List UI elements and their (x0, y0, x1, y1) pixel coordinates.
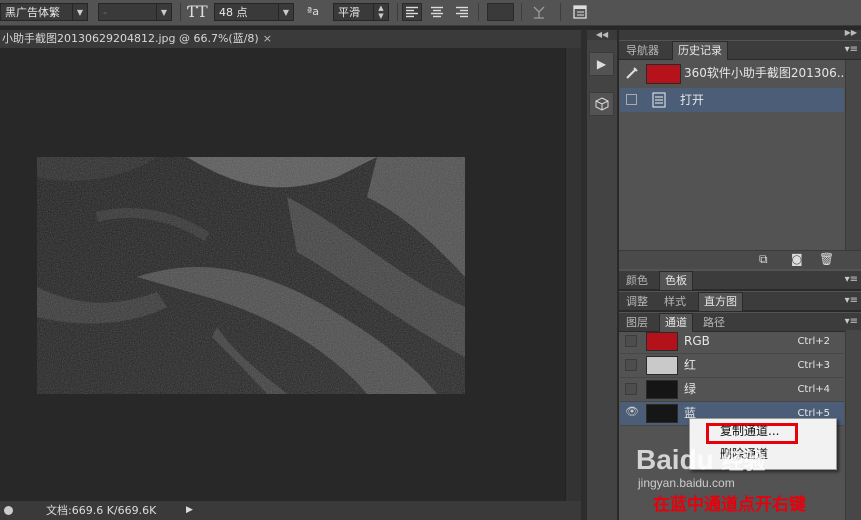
channel-name: RGB (684, 334, 710, 348)
visibility-toggle[interactable] (625, 359, 637, 371)
dock-header: ▶▶ (619, 28, 861, 40)
actions-play-icon[interactable]: ▶ (589, 52, 614, 76)
font-family-value: 黑广告体繁 (5, 6, 60, 19)
panel-menu-icon[interactable]: ▾≡ (845, 313, 858, 331)
channel-thumbnail (646, 380, 678, 399)
text-color-swatch[interactable] (487, 3, 514, 21)
tab-styles[interactable]: 样式 (659, 293, 691, 310)
align-left-icon[interactable] (402, 3, 422, 21)
divider (180, 3, 181, 21)
watermark-url: jingyan.baidu.com (638, 476, 735, 490)
status-menu-arrow-icon[interactable]: ▶ (186, 501, 193, 520)
trash-icon[interactable]: 🗑 (819, 252, 834, 266)
align-center-icon[interactable] (427, 3, 447, 21)
panel-menu-icon[interactable]: ▾≡ (845, 292, 858, 310)
tab-navigator[interactable]: 导航器 (621, 42, 664, 59)
color-panel-tabs: 颜色 色板 ▾≡ (619, 271, 861, 290)
channel-thumbnail (646, 356, 678, 375)
character-panel-icon[interactable] (569, 3, 591, 21)
panel-menu-icon[interactable]: ▾≡ (845, 41, 858, 59)
panel-icon-strip: ◀◀ ▶ (587, 30, 618, 520)
divider (478, 3, 479, 21)
channel-shortcut: Ctrl+3 (797, 360, 830, 371)
menu-item-duplicate-channel[interactable]: 复制通道... (720, 422, 779, 439)
panel-menu-icon[interactable]: ▾≡ (845, 271, 858, 289)
fabric-photo (37, 157, 465, 394)
adjust-panel-tabs: 调整 样式 直方图 ▾≡ (619, 292, 861, 311)
divider (619, 290, 861, 291)
history-footer: ⧉ ◙ 🗑 (619, 250, 861, 269)
font-size-select[interactable]: 48 点 ▼ (214, 3, 294, 21)
document-icon (652, 92, 666, 108)
font-style-value: - (103, 6, 107, 19)
document-info: 文档:669.6 K/669.6K (46, 504, 157, 517)
divider (521, 3, 522, 21)
visibility-toggle[interactable] (625, 335, 637, 347)
font-size-value: 48 点 (219, 6, 248, 19)
antialias-icon: ªa (307, 5, 319, 18)
history-panel-tabs: 导航器 历史记录 ▾≡ (619, 41, 861, 60)
vertical-scrollbar[interactable] (565, 48, 582, 501)
collapse-icon[interactable]: ◀◀ (587, 30, 617, 40)
channel-name: 红 (684, 358, 697, 372)
channel-shortcut: Ctrl+4 (797, 384, 830, 395)
divider (560, 3, 561, 21)
tab-history[interactable]: 历史记录 (672, 41, 728, 60)
history-step-open[interactable]: 打开 (620, 88, 844, 112)
watermark: Baidu 经验 (636, 444, 766, 476)
channel-thumbnail (646, 404, 678, 423)
status-bar: 文档:669.6 K/669.6K ▶ (0, 501, 581, 520)
document-image (37, 157, 465, 394)
warp-text-icon[interactable] (528, 3, 550, 21)
zoom-indicator-icon (4, 506, 13, 515)
channel-name: 绿 (684, 382, 697, 396)
tab-swatches[interactable]: 色板 (659, 271, 693, 290)
font-style-select[interactable]: - ▼ (98, 3, 172, 21)
snapshot-name: 360软件小助手截图201306... (684, 66, 849, 80)
chevron-down-icon: ▼ (156, 4, 171, 20)
antialias-select[interactable]: 平滑 ▲ ▼ (333, 3, 389, 21)
channel-thumbnail (646, 332, 678, 351)
history-step-label: 打开 (680, 93, 705, 107)
divider (619, 311, 861, 312)
document-title: 小助手截图20130629204812.jpg @ 66.7%(蓝/8) (2, 32, 259, 45)
watermark-brand-cn: 经验 (721, 449, 766, 474)
collapse-icon[interactable]: ▶▶ (845, 28, 857, 37)
chevron-down-icon: ▼ (72, 4, 87, 20)
align-right-icon[interactable] (452, 3, 472, 21)
font-size-icon: ƬT (186, 2, 208, 21)
history-checkbox[interactable] (626, 94, 637, 105)
3d-icon[interactable] (589, 92, 614, 116)
watermark-brand: Baidu (636, 444, 714, 475)
eye-icon[interactable]: 👁 (625, 406, 639, 419)
snapshot-thumbnail (646, 64, 681, 84)
tab-histogram[interactable]: 直方图 (698, 292, 743, 311)
channel-row-rgb[interactable]: RGB Ctrl+2 (620, 330, 844, 354)
camera-icon[interactable]: ◙ (791, 252, 803, 266)
document-tab[interactable]: 小助手截图20130629204812.jpg @ 66.7%(蓝/8) × (0, 30, 276, 48)
history-snapshot[interactable]: 360软件小助手截图201306... (620, 61, 848, 85)
close-icon[interactable]: × (263, 30, 272, 48)
font-family-select[interactable]: 黑广告体繁 ▼ (0, 3, 88, 21)
chevron-down-icon: ▼ (278, 4, 293, 20)
tab-color[interactable]: 颜色 (621, 272, 653, 289)
channel-shortcut: Ctrl+2 (797, 336, 830, 347)
tab-adjustments[interactable]: 调整 (621, 293, 653, 310)
tab-paths[interactable]: 路径 (698, 314, 730, 331)
tab-layers[interactable]: 图层 (621, 314, 653, 331)
annotation-text: 在蓝中通道点开右键 (653, 495, 806, 515)
channel-row-red[interactable]: 红 Ctrl+3 (620, 354, 844, 378)
divider (397, 3, 398, 21)
history-scrollbar[interactable] (845, 60, 861, 250)
visibility-toggle[interactable] (625, 383, 637, 395)
channels-scrollbar[interactable] (845, 330, 861, 520)
new-document-from-state-icon[interactable]: ⧉ (759, 252, 768, 267)
antialias-value: 平滑 (338, 6, 360, 19)
options-bar: 黑广告体繁 ▼ - ▼ ƬT 48 点 ▼ ªa 平滑 ▲ ▼ (0, 0, 861, 26)
chevron-updown-icon: ▲ ▼ (373, 4, 388, 20)
history-brush-icon (626, 67, 638, 79)
channel-row-green[interactable]: 绿 Ctrl+4 (620, 378, 844, 402)
